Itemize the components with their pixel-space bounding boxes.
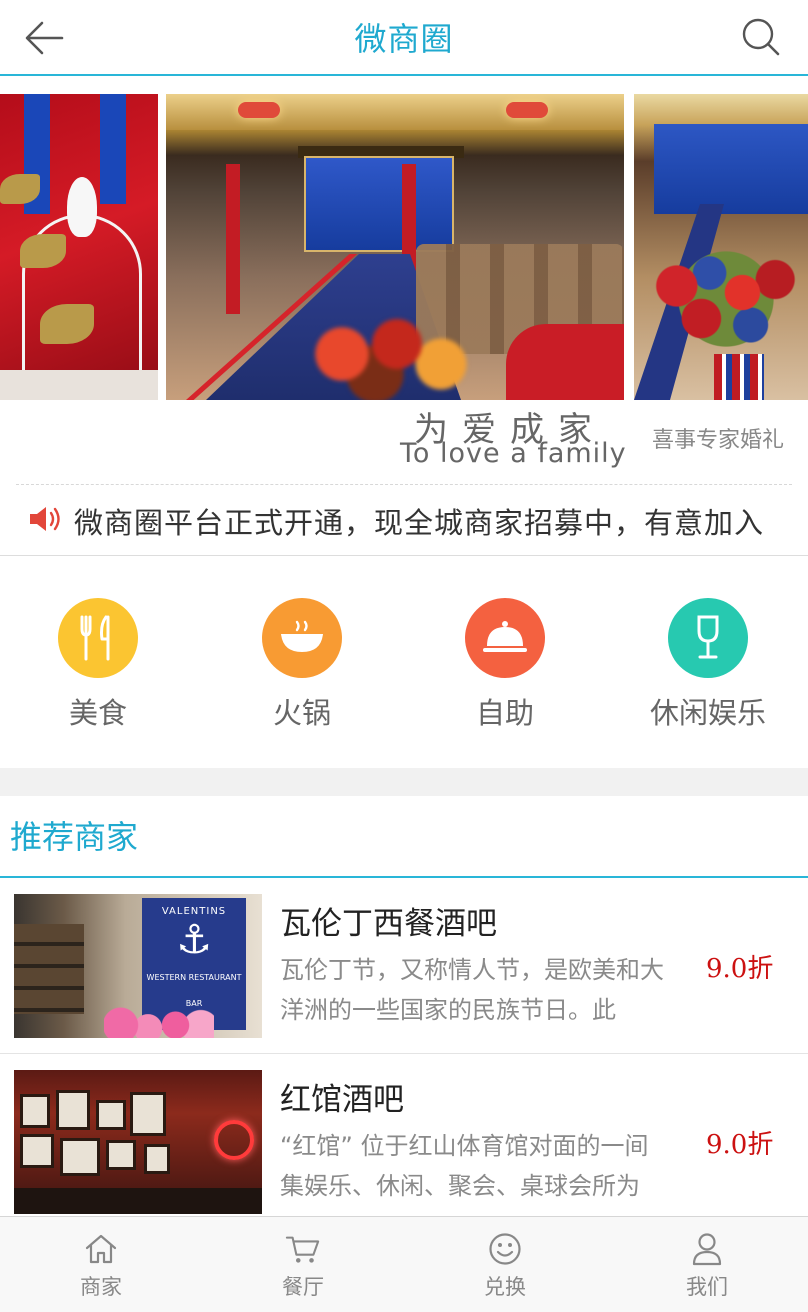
banner-slide-main[interactable] [166, 94, 624, 400]
tab-label: 我们 [686, 1275, 728, 1299]
discount-badge: 9.0折 [706, 1130, 774, 1160]
merchant-thumbnail[interactable] [14, 1070, 262, 1214]
banner-slogan-en: To love a family [400, 438, 627, 469]
merchant-description: “红馆” 位于红山体育馆对面的一间集娱乐、休闲、聚会、桌球会所为 [280, 1132, 649, 1200]
tab-about-us[interactable]: 我们 [606, 1217, 808, 1312]
tab-exchange[interactable]: 兑换 [404, 1217, 606, 1312]
tab-restaurants[interactable]: 餐厅 [202, 1217, 404, 1312]
divider [16, 484, 792, 485]
section-title: 推荐商家 [10, 818, 139, 856]
poster-title: VALENTINS [161, 906, 227, 917]
banner-slide-left[interactable] [0, 94, 158, 400]
section-gap [0, 768, 808, 796]
cart-icon [285, 1231, 321, 1267]
tab-merchants[interactable]: 商家 [0, 1217, 202, 1312]
merchant-item[interactable]: 红馆酒吧 “红馆” 位于红山体育馆对面的一间集娱乐、休闲、聚会、桌球会所为 9.… [0, 1054, 808, 1230]
banner-tagline: 喜事专家婚礼 [652, 428, 785, 453]
poster-subtitle: WESTERN RESTAURANT [146, 973, 242, 982]
discount-badge: 9.0折 [706, 954, 774, 984]
speaker-icon [30, 507, 60, 531]
banner-carousel[interactable] [0, 94, 808, 400]
bottom-tab-bar: 商家 餐厅 兑换 我们 [0, 1216, 808, 1312]
category-hotpot[interactable]: 火锅 [222, 598, 382, 732]
merchant-item[interactable]: VALENTINS ⚓ WESTERN RESTAURANT BAR 瓦伦丁西餐… [0, 878, 808, 1054]
category-food[interactable]: 美食 [18, 598, 178, 732]
home-icon [83, 1231, 119, 1267]
category-label: 火锅 [272, 696, 331, 730]
notice-bar[interactable]: 微商圈平台正式开通，现全城商家招募中，有意加入 [0, 490, 808, 556]
wedding-stage [304, 156, 454, 252]
banner-slide-right[interactable] [634, 94, 808, 400]
hotpot-icon [262, 598, 342, 678]
merchant-description: 瓦伦丁节，又称情人节，是欧美和大洋洲的一些国家的民族节日。此 [280, 956, 664, 1024]
tab-label: 餐厅 [282, 1275, 324, 1299]
fork-knife-icon [58, 598, 138, 678]
wine-glass-icon [668, 598, 748, 678]
category-label: 美食 [68, 696, 127, 730]
category-label: 休闲娱乐 [649, 696, 766, 730]
page-title: 微商圈 [354, 20, 454, 58]
search-icon [742, 18, 780, 56]
merchant-name[interactable]: 红馆酒吧 [280, 1074, 404, 1119]
merchant-thumbnail[interactable]: VALENTINS ⚓ WESTERN RESTAURANT BAR [14, 894, 262, 1038]
anchor-icon: ⚓ [176, 917, 212, 963]
category-buffet[interactable]: 自助 [425, 598, 585, 732]
cloche-icon [465, 598, 545, 678]
merchant-name[interactable]: 瓦伦丁西餐酒吧 [280, 898, 497, 943]
search-button[interactable] [738, 14, 784, 60]
notice-text: 微商圈平台正式开通，现全城商家招募中，有意加入 [74, 506, 765, 540]
category-leisure[interactable]: 休闲娱乐 [628, 598, 788, 732]
category-grid: 美食 火锅 自助 休闲娱乐 [0, 558, 808, 768]
recommend-header: 推荐商家 [0, 796, 808, 878]
top-bar: 微商圈 [0, 0, 808, 76]
category-label: 自助 [475, 696, 534, 730]
tab-label: 兑换 [484, 1275, 526, 1299]
user-icon [689, 1231, 725, 1267]
smiley-icon [487, 1231, 523, 1267]
tab-label: 商家 [80, 1275, 122, 1299]
